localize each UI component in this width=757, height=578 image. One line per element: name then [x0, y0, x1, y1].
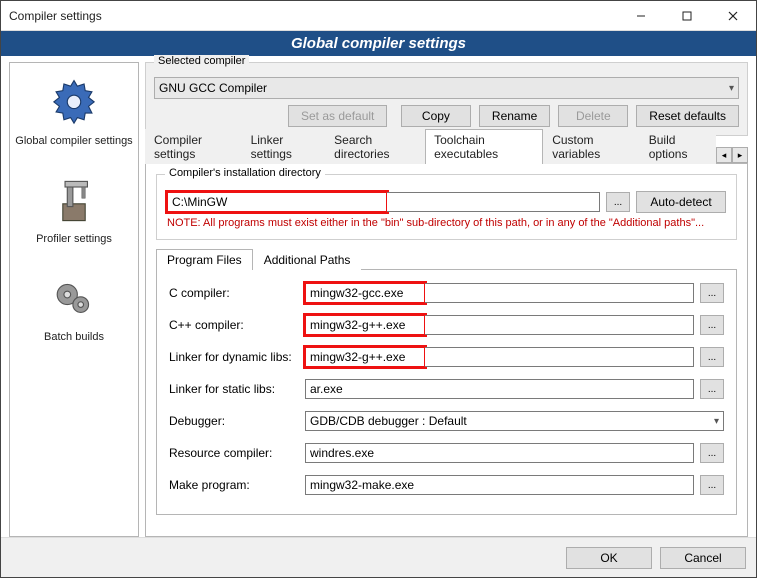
autodetect-button[interactable]: Auto-detect	[636, 191, 726, 213]
tab-search-directories[interactable]: Search directories	[325, 129, 425, 164]
row-linker-static: Linker for static libs: ar.exe ...	[169, 376, 724, 402]
row-cpp-compiler: C++ compiler: mingw32-g++.exe ...	[169, 312, 724, 338]
browse-button[interactable]: ...	[700, 315, 724, 335]
sidebar-item-label: Profiler settings	[36, 233, 112, 245]
subtab-program-files[interactable]: Program Files	[156, 249, 253, 270]
gears-icon	[46, 271, 102, 327]
linker-static-input[interactable]: ar.exe	[305, 379, 694, 399]
browse-button[interactable]: ...	[700, 347, 724, 367]
tab-scroll-right[interactable]: ▸	[732, 147, 748, 163]
tab-compiler-settings[interactable]: Compiler settings	[145, 129, 242, 164]
row-debugger: Debugger: GDB/CDB debugger : Default ▾	[169, 408, 724, 434]
close-button[interactable]	[710, 1, 756, 30]
field-label: C compiler:	[169, 286, 299, 300]
field-label: Linker for dynamic libs:	[169, 350, 299, 364]
browse-button[interactable]: ...	[700, 443, 724, 463]
dialog-footer: OK Cancel	[1, 537, 756, 577]
sidebar-item-global-compiler[interactable]: Global compiler settings	[12, 71, 136, 151]
tab-linker-settings[interactable]: Linker settings	[242, 129, 326, 164]
resource-compiler-input[interactable]: windres.exe	[305, 443, 694, 463]
compiler-dropdown[interactable]: GNU GCC Compiler ▾	[154, 77, 739, 99]
category-sidebar: Global compiler settings Profiler settin…	[9, 62, 139, 537]
install-dir-group: Compiler's installation directory C:\Min…	[156, 174, 737, 240]
install-dir-input[interactable]: C:\MinGW	[167, 192, 387, 212]
page-header: Global compiler settings	[1, 31, 756, 56]
minimize-button[interactable]	[618, 1, 664, 30]
chevron-down-icon: ▾	[729, 83, 734, 94]
window-controls	[618, 1, 756, 30]
tab-scroll-left[interactable]: ◂	[716, 147, 732, 163]
sidebar-item-batch-builds[interactable]: Batch builds	[12, 267, 136, 347]
tab-toolchain-executables[interactable]: Toolchain executables	[425, 129, 543, 164]
field-label: Resource compiler:	[169, 446, 299, 460]
linker-dynamic-input[interactable]: mingw32-g++.exe	[305, 347, 425, 367]
install-dir-note: NOTE: All programs must exist either in …	[167, 217, 726, 229]
sidebar-item-label: Global compiler settings	[15, 135, 132, 147]
cancel-button[interactable]: Cancel	[660, 547, 746, 569]
group-label: Compiler's installation directory	[165, 167, 325, 179]
row-c-compiler: C compiler: mingw32-gcc.exe ...	[169, 280, 724, 306]
field-label: Debugger:	[169, 414, 299, 428]
browse-button[interactable]: ...	[700, 379, 724, 399]
chevron-down-icon: ▾	[714, 416, 719, 427]
sub-tabstrip: Program Files Additional Paths	[156, 248, 737, 270]
install-dir-input-ext[interactable]	[387, 192, 600, 212]
gear-icon	[46, 75, 102, 131]
set-default-button[interactable]: Set as default	[288, 105, 387, 127]
maximize-button[interactable]	[664, 1, 710, 30]
page-title: Global compiler settings	[291, 35, 466, 52]
profiler-icon	[46, 173, 102, 229]
program-files-panel: C compiler: mingw32-gcc.exe ... C++ comp…	[156, 270, 737, 515]
browse-button[interactable]: ...	[606, 192, 630, 212]
debugger-select[interactable]: GDB/CDB debugger : Default ▾	[305, 411, 724, 431]
ok-button[interactable]: OK	[566, 547, 652, 569]
cpp-compiler-input[interactable]: mingw32-g++.exe	[305, 315, 425, 335]
tab-custom-variables[interactable]: Custom variables	[543, 129, 640, 164]
group-label: Selected compiler	[154, 55, 249, 67]
sidebar-item-profiler[interactable]: Profiler settings	[12, 169, 136, 249]
row-resource-compiler: Resource compiler: windres.exe ...	[169, 440, 724, 466]
c-compiler-input[interactable]: mingw32-gcc.exe	[305, 283, 425, 303]
subtab-additional-paths[interactable]: Additional Paths	[253, 249, 362, 270]
rename-button[interactable]: Rename	[479, 105, 550, 127]
titlebar: Compiler settings	[1, 1, 756, 31]
delete-button[interactable]: Delete	[558, 105, 628, 127]
browse-button[interactable]: ...	[700, 475, 724, 495]
field-label: Linker for static libs:	[169, 382, 299, 396]
copy-button[interactable]: Copy	[401, 105, 471, 127]
main-tabstrip: Compiler settings Linker settings Search…	[145, 142, 748, 164]
tab-build-options[interactable]: Build options	[640, 129, 716, 164]
browse-button[interactable]: ...	[700, 283, 724, 303]
tab-panel-toolchain: Compiler's installation directory C:\Min…	[145, 164, 748, 537]
row-make-program: Make program: mingw32-make.exe ...	[169, 472, 724, 498]
window-title: Compiler settings	[9, 9, 618, 23]
make-program-input[interactable]: mingw32-make.exe	[305, 475, 694, 495]
content-area: Selected compiler GNU GCC Compiler ▾ Set…	[145, 62, 748, 537]
sidebar-item-label: Batch builds	[44, 331, 104, 343]
field-label: C++ compiler:	[169, 318, 299, 332]
compiler-value: GNU GCC Compiler	[159, 81, 267, 95]
selected-compiler-group: Selected compiler GNU GCC Compiler ▾ Set…	[145, 62, 748, 136]
row-linker-dynamic: Linker for dynamic libs: mingw32-g++.exe…	[169, 344, 724, 370]
reset-defaults-button[interactable]: Reset defaults	[636, 105, 739, 127]
field-label: Make program:	[169, 478, 299, 492]
